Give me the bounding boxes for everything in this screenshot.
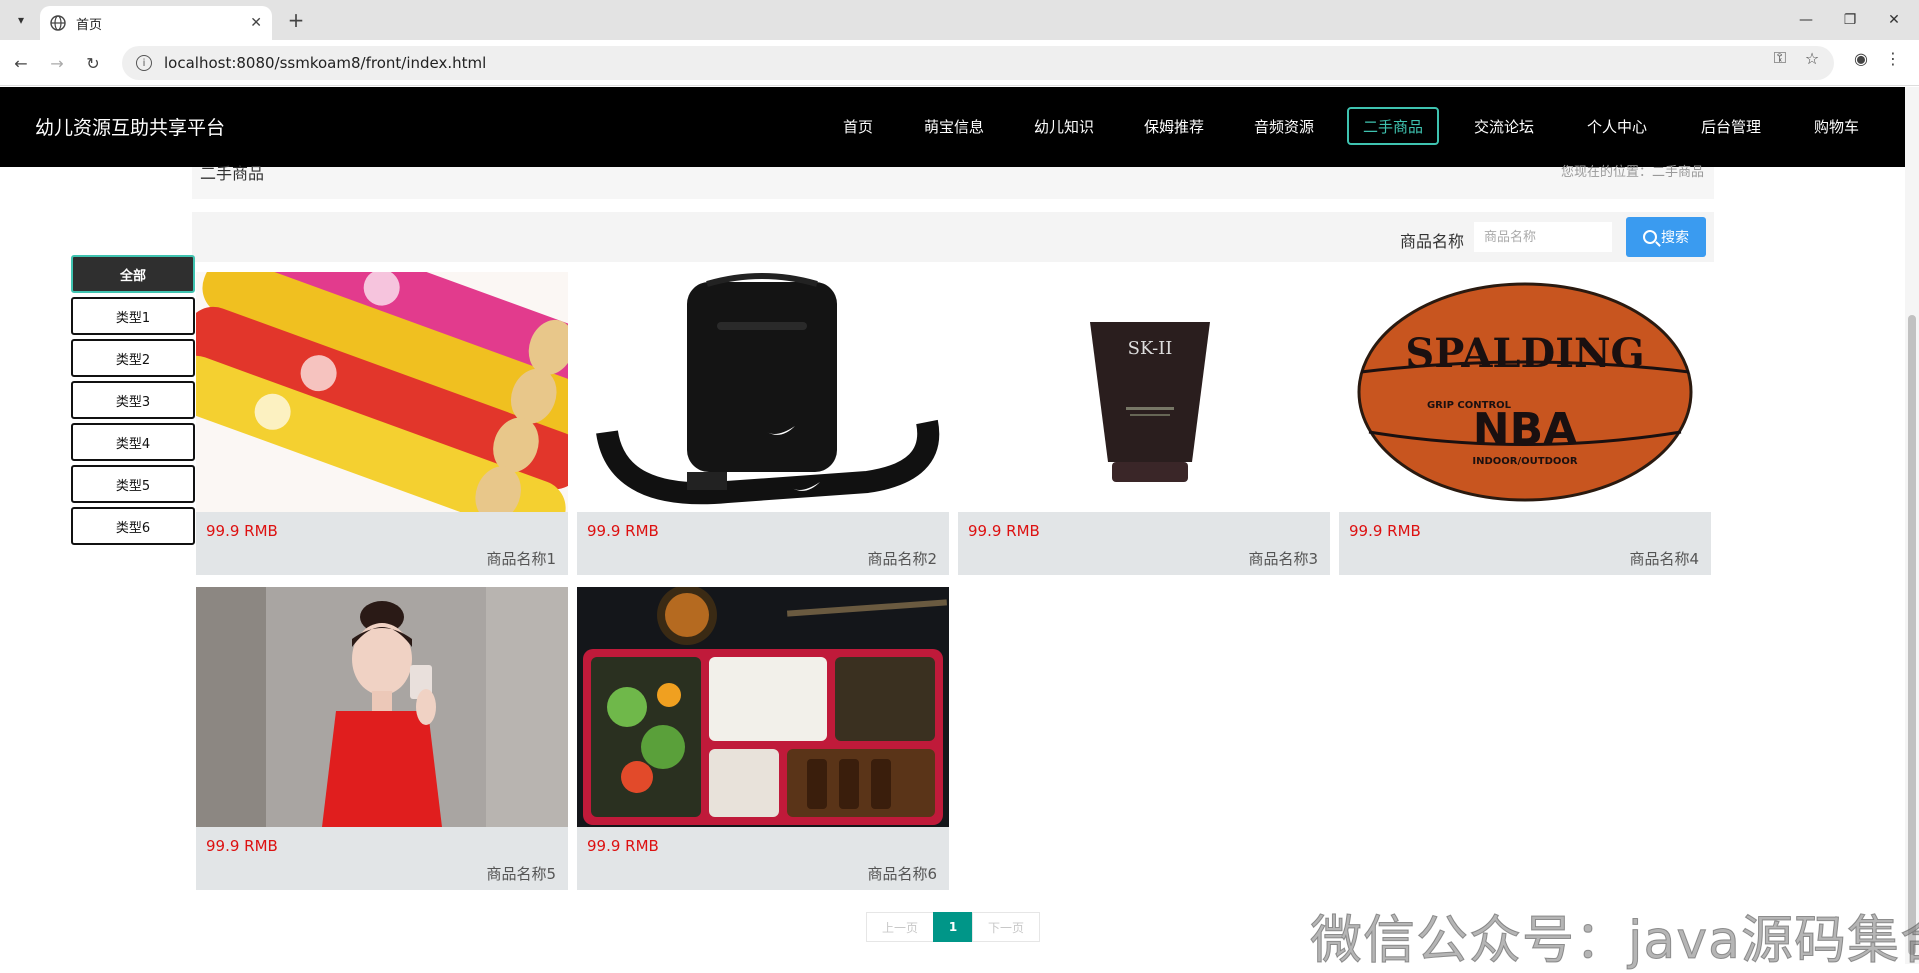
address-bar[interactable]: i localhost:8080/ssmkoam8/front/index.ht… [122,46,1834,80]
basketball-line2-text: INDOOR/OUTDOOR [1472,456,1577,467]
product-price: 99.9 RMB [206,522,278,540]
nav-baby-info[interactable]: 萌宝信息 [910,107,998,145]
watermark-text: 微信公众号：java源码集合 [1310,911,1919,972]
product-card-5[interactable]: 99.9 RMB 商品名称5 [196,587,568,898]
bookmark-star-icon[interactable]: ☆ [1801,47,1823,69]
search-input[interactable] [1474,222,1612,252]
basketball-league-text: NBA [1473,404,1577,455]
product-info: 99.9 RMB 商品名称1 [196,512,568,575]
browser-tab[interactable]: 首页 ✕ [40,6,272,40]
product-info: 99.9 RMB 商品名称4 [1339,512,1711,575]
product-name[interactable]: 商品名称6 [867,863,937,884]
product-card-2[interactable]: 99.9 RMB 商品名称2 [577,272,949,583]
site-header: 幼儿资源互助共享平台 首页 萌宝信息 幼儿知识 保姆推荐 音频资源 二手商品 交… [0,87,1905,167]
product-name[interactable]: 商品名称4 [1629,548,1699,569]
category-type1[interactable]: 类型1 [71,297,195,335]
basketball-brand-text: SPALDING [1405,330,1644,377]
prev-page-button[interactable]: 上一页 [866,912,934,942]
product-card-6[interactable]: 99.9 RMB 商品名称6 [577,587,949,898]
password-key-icon[interactable]: ⚿ [1769,47,1791,69]
category-all[interactable]: 全部 [71,255,195,293]
nav-second-hand[interactable]: 二手商品 [1347,107,1440,145]
close-window-icon[interactable]: ✕ [1876,8,1912,32]
nav-child-knowledge[interactable]: 幼儿知识 [1020,107,1108,145]
current-page-button[interactable]: 1 [933,912,973,942]
site-info-icon[interactable]: i [136,55,152,71]
browser-tab-bar: ▾ 首页 ✕ + — ❐ ✕ [0,0,1919,40]
product-image-skincare[interactable]: SK-II [958,272,1330,512]
restore-icon[interactable]: ❐ [1832,8,1868,32]
product-info: 99.9 RMB 商品名称5 [196,827,568,890]
skincare-brand-text: SK-II [1128,338,1173,359]
page-scrollbar[interactable] [1905,87,1919,964]
category-type4[interactable]: 类型4 [71,423,195,461]
tab-search-icon[interactable]: ▾ [8,8,34,32]
nav-admin[interactable]: 后台管理 [1687,107,1775,145]
profile-icon[interactable]: ◉ [1850,47,1872,69]
product-price: 99.9 RMB [968,522,1040,540]
product-name[interactable]: 商品名称3 [1248,548,1318,569]
search-button-label: 搜索 [1661,230,1689,246]
product-price: 99.9 RMB [587,522,659,540]
more-menu-icon[interactable]: ⋮ [1882,47,1904,69]
product-info: 99.9 RMB 商品名称2 [577,512,949,575]
back-icon[interactable]: ← [10,52,32,74]
product-price: 99.9 RMB [1349,522,1421,540]
breadcrumb-location: 您现在的位置：二手商品 [1560,165,1704,180]
category-type6[interactable]: 类型6 [71,507,195,545]
search-label: 商品名称 [1400,232,1465,251]
category-type5[interactable]: 类型5 [71,465,195,503]
globe-icon [50,15,66,31]
search-icon [1643,230,1657,244]
search-bar: 商品名称 搜索 [192,212,1714,262]
category-type2[interactable]: 类型2 [71,339,195,377]
category-type3[interactable]: 类型3 [71,381,195,419]
product-image-chips[interactable] [196,272,568,512]
close-tab-icon[interactable]: ✕ [250,15,262,31]
forward-icon[interactable]: → [46,52,68,74]
nav-cart[interactable]: 购物车 [1800,107,1873,145]
minimize-icon[interactable]: — [1788,8,1824,32]
product-info: 99.9 RMB 商品名称6 [577,827,949,890]
nav-audio[interactable]: 音频资源 [1240,107,1328,145]
product-price: 99.9 RMB [206,837,278,855]
product-image-basketball[interactable]: SPALDING GRIP CONTROL NBA INDOOR/OUTDOOR [1339,272,1711,512]
nav-forum[interactable]: 交流论坛 [1460,107,1548,145]
page-title: 二手商品 [200,164,265,183]
site-title: 幼儿资源互助共享平台 [35,117,226,139]
reload-icon[interactable]: ↻ [82,52,104,74]
tab-title: 首页 [76,17,103,33]
nav-nanny[interactable]: 保姆推荐 [1130,107,1218,145]
product-name[interactable]: 商品名称5 [486,863,556,884]
product-image-bento[interactable] [577,587,949,827]
product-image-bag[interactable] [577,272,949,512]
product-name[interactable]: 商品名称1 [486,548,556,569]
product-name[interactable]: 商品名称2 [867,548,937,569]
product-card-1[interactable]: 99.9 RMB 商品名称1 [196,272,568,583]
search-button[interactable]: 搜索 [1626,217,1706,257]
product-card-3[interactable]: SK-II 99.9 RMB 商品名称3 [958,272,1330,583]
product-image-woman[interactable] [196,587,568,827]
scrollbar-thumb[interactable] [1908,315,1916,955]
url-text: localhost:8080/ssmkoam8/front/index.html [164,54,487,72]
breadcrumb: 二手商品 您现在的位置：二手商品 [192,164,1714,199]
nav-personal-center[interactable]: 个人中心 [1573,107,1661,145]
product-info: 99.9 RMB 商品名称3 [958,512,1330,575]
new-tab-icon[interactable]: + [282,8,310,32]
address-toolbar: ← → ↻ i localhost:8080/ssmkoam8/front/in… [0,40,1919,86]
product-card-4[interactable]: SPALDING GRIP CONTROL NBA INDOOR/OUTDOOR… [1339,272,1711,583]
product-price: 99.9 RMB [587,837,659,855]
next-page-button[interactable]: 下一页 [972,912,1040,942]
nav-home[interactable]: 首页 [829,107,887,145]
